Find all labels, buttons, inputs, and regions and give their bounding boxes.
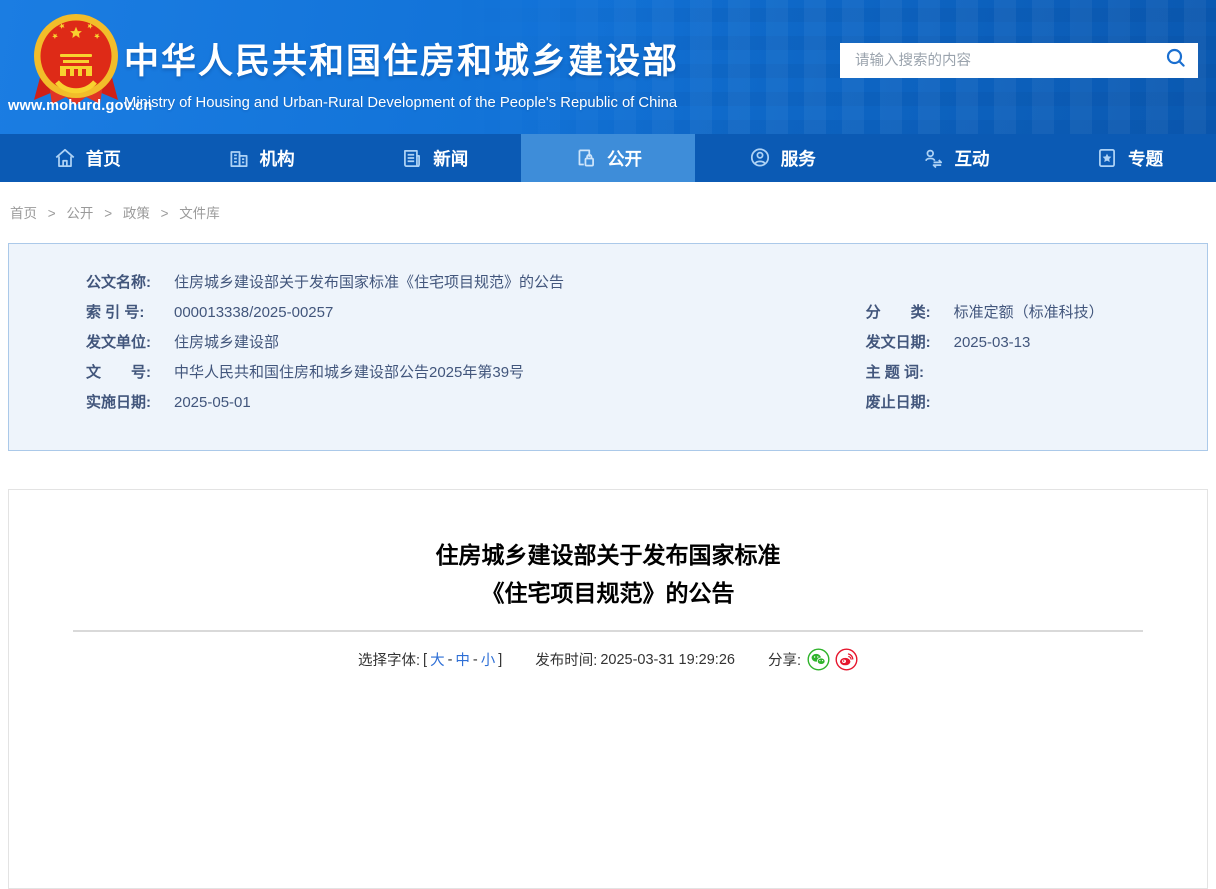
nav-item-label: 首页 [85,148,121,169]
doc-field-label: 主 题 词: [865,364,924,381]
doc-field-issue-date: 发文日期: 2025-03-13 [830,328,1207,358]
search-icon [1165,47,1187,74]
nav-item-label: 服务 [780,148,816,169]
doc-field-category: 分 类: 标准定额（标准科技） [830,298,1207,328]
nav-item-label: 机构 [259,148,295,169]
newspaper-icon [400,146,424,170]
breadcrumb-item-home[interactable]: 首页 [10,206,37,221]
dash-separator: - [472,651,478,668]
font-size-small-link[interactable]: 小 [481,649,496,670]
font-size-medium-link[interactable]: 中 [455,649,470,670]
nav-item-disclosure[interactable]: 公开 [521,134,695,182]
doc-field-issuing-unit: 发文单位: 住房城乡建设部 [9,328,830,358]
publish-time-label: 发布时间: [535,653,598,669]
article-title: 住房城乡建设部关于发布国家标准 《住宅项目规范》的公告 [9,536,1207,612]
doc-field-label: 公文名称: [86,274,151,291]
doc-field-index-number: 索 引 号: 000013338/2025-00257 [9,298,830,328]
nav-item-home[interactable]: 首页 [0,134,174,182]
nav-item-topics[interactable]: 专题 [1042,134,1216,182]
nav-item-interaction[interactable]: 互动 [869,134,1043,182]
doc-field-value: 住房城乡建设部关于发布国家标准《住宅项目规范》的公告 [174,274,565,291]
doc-field-label: 索 引 号: [86,304,145,321]
doc-field-label: 废止日期: [865,394,931,411]
breadcrumb-item-policy[interactable]: 政策 [123,206,150,221]
article-title-line2: 《住宅项目规范》的公告 [481,580,735,606]
doc-field-label: 文 号: [86,364,151,381]
doc-field-document-number: 文 号: 中华人民共和国住房和城乡建设部公告2025年第39号 [9,358,830,388]
bracket-open: [ [423,651,428,668]
person-arrows-icon [921,146,945,170]
publish-time-value: 2025-03-31 19:29:26 [600,651,735,668]
doc-field-label: 发文单位: [86,334,151,351]
person-icon [748,146,772,170]
wechat-share-icon[interactable] [807,648,830,671]
home-icon [53,146,77,170]
site-subtitle: Ministry of Housing and Urban-Rural Deve… [124,95,678,111]
nav-item-label: 新闻 [433,148,469,169]
doc-field-value: 2025-03-13 [953,334,1031,351]
search-bar [840,43,1198,78]
doc-field-label: 实施日期: [86,394,151,411]
nav-item-organization[interactable]: 机构 [174,134,348,182]
doc-field-label: 发文日期: [865,334,931,351]
site-header: www.mohurd.gov.cn 中华人民共和国住房和城乡建设部 Minist… [0,0,1216,134]
article-container: 住房城乡建设部关于发布国家标准 《住宅项目规范》的公告 选择字体: [ 大 - … [8,489,1208,889]
document-info-panel: 公文名称: 住房城乡建设部关于发布国家标准《住宅项目规范》的公告 索 引 号: 00… [8,243,1208,451]
dash-separator: - [447,651,453,668]
article-meta-bar: 选择字体: [ 大 - 中 - 小 ] 发布时间: 2025-03-31 19:… [9,648,1207,671]
breadcrumb-separator: > [47,206,56,221]
star-document-icon [1095,146,1119,170]
documents-icon [574,146,598,170]
doc-field-repeal-date: 废止日期: [830,388,1207,418]
font-size-label: 选择字体: [358,653,421,669]
font-size-large-link[interactable]: 大 [430,649,445,670]
bracket-close: ] [498,651,503,668]
doc-field-value: 中华人民共和国住房和城乡建设部公告2025年第39号 [174,364,525,381]
doc-field-value: 000013338/2025-00257 [174,304,334,321]
doc-field-name: 公文名称: 住房城乡建设部关于发布国家标准《住宅项目规范》的公告 [9,268,1207,298]
doc-field-value: 住房城乡建设部 [174,334,280,351]
article-title-line1: 住房城乡建设部关于发布国家标准 [435,542,781,568]
title-divider [73,630,1143,632]
nav-item-label: 专题 [1128,148,1164,169]
doc-field-value: 2025-05-01 [174,394,251,411]
building-icon [227,146,251,170]
doc-field-label: 分 类: [865,304,931,321]
doc-field-keywords: 主 题 词: [830,358,1207,388]
breadcrumb: 首页 > 公开 > 政策 > 文件库 [0,182,1216,222]
share-label: 分享: [767,653,801,669]
nav-item-news[interactable]: 新闻 [347,134,521,182]
main-navigation: 首页 机构 新闻 公开 服务 互动 专题 [0,134,1216,182]
nav-item-services[interactable]: 服务 [695,134,869,182]
nav-item-label: 互动 [954,148,990,169]
breadcrumb-separator: > [104,206,113,221]
search-input[interactable] [840,43,1154,78]
doc-field-value: 标准定额（标准科技） [953,304,1104,321]
weibo-share-icon[interactable] [835,648,858,671]
doc-field-implementation-date: 实施日期: 2025-05-01 [9,388,830,418]
breadcrumb-item-library[interactable]: 文件库 [179,206,220,221]
site-title: 中华人民共和国住房和城乡建设部 [124,42,680,81]
search-button[interactable] [1154,43,1198,78]
nav-item-label: 公开 [607,148,643,169]
breadcrumb-separator: > [160,206,169,221]
breadcrumb-item-disclosure[interactable]: 公开 [66,206,93,221]
